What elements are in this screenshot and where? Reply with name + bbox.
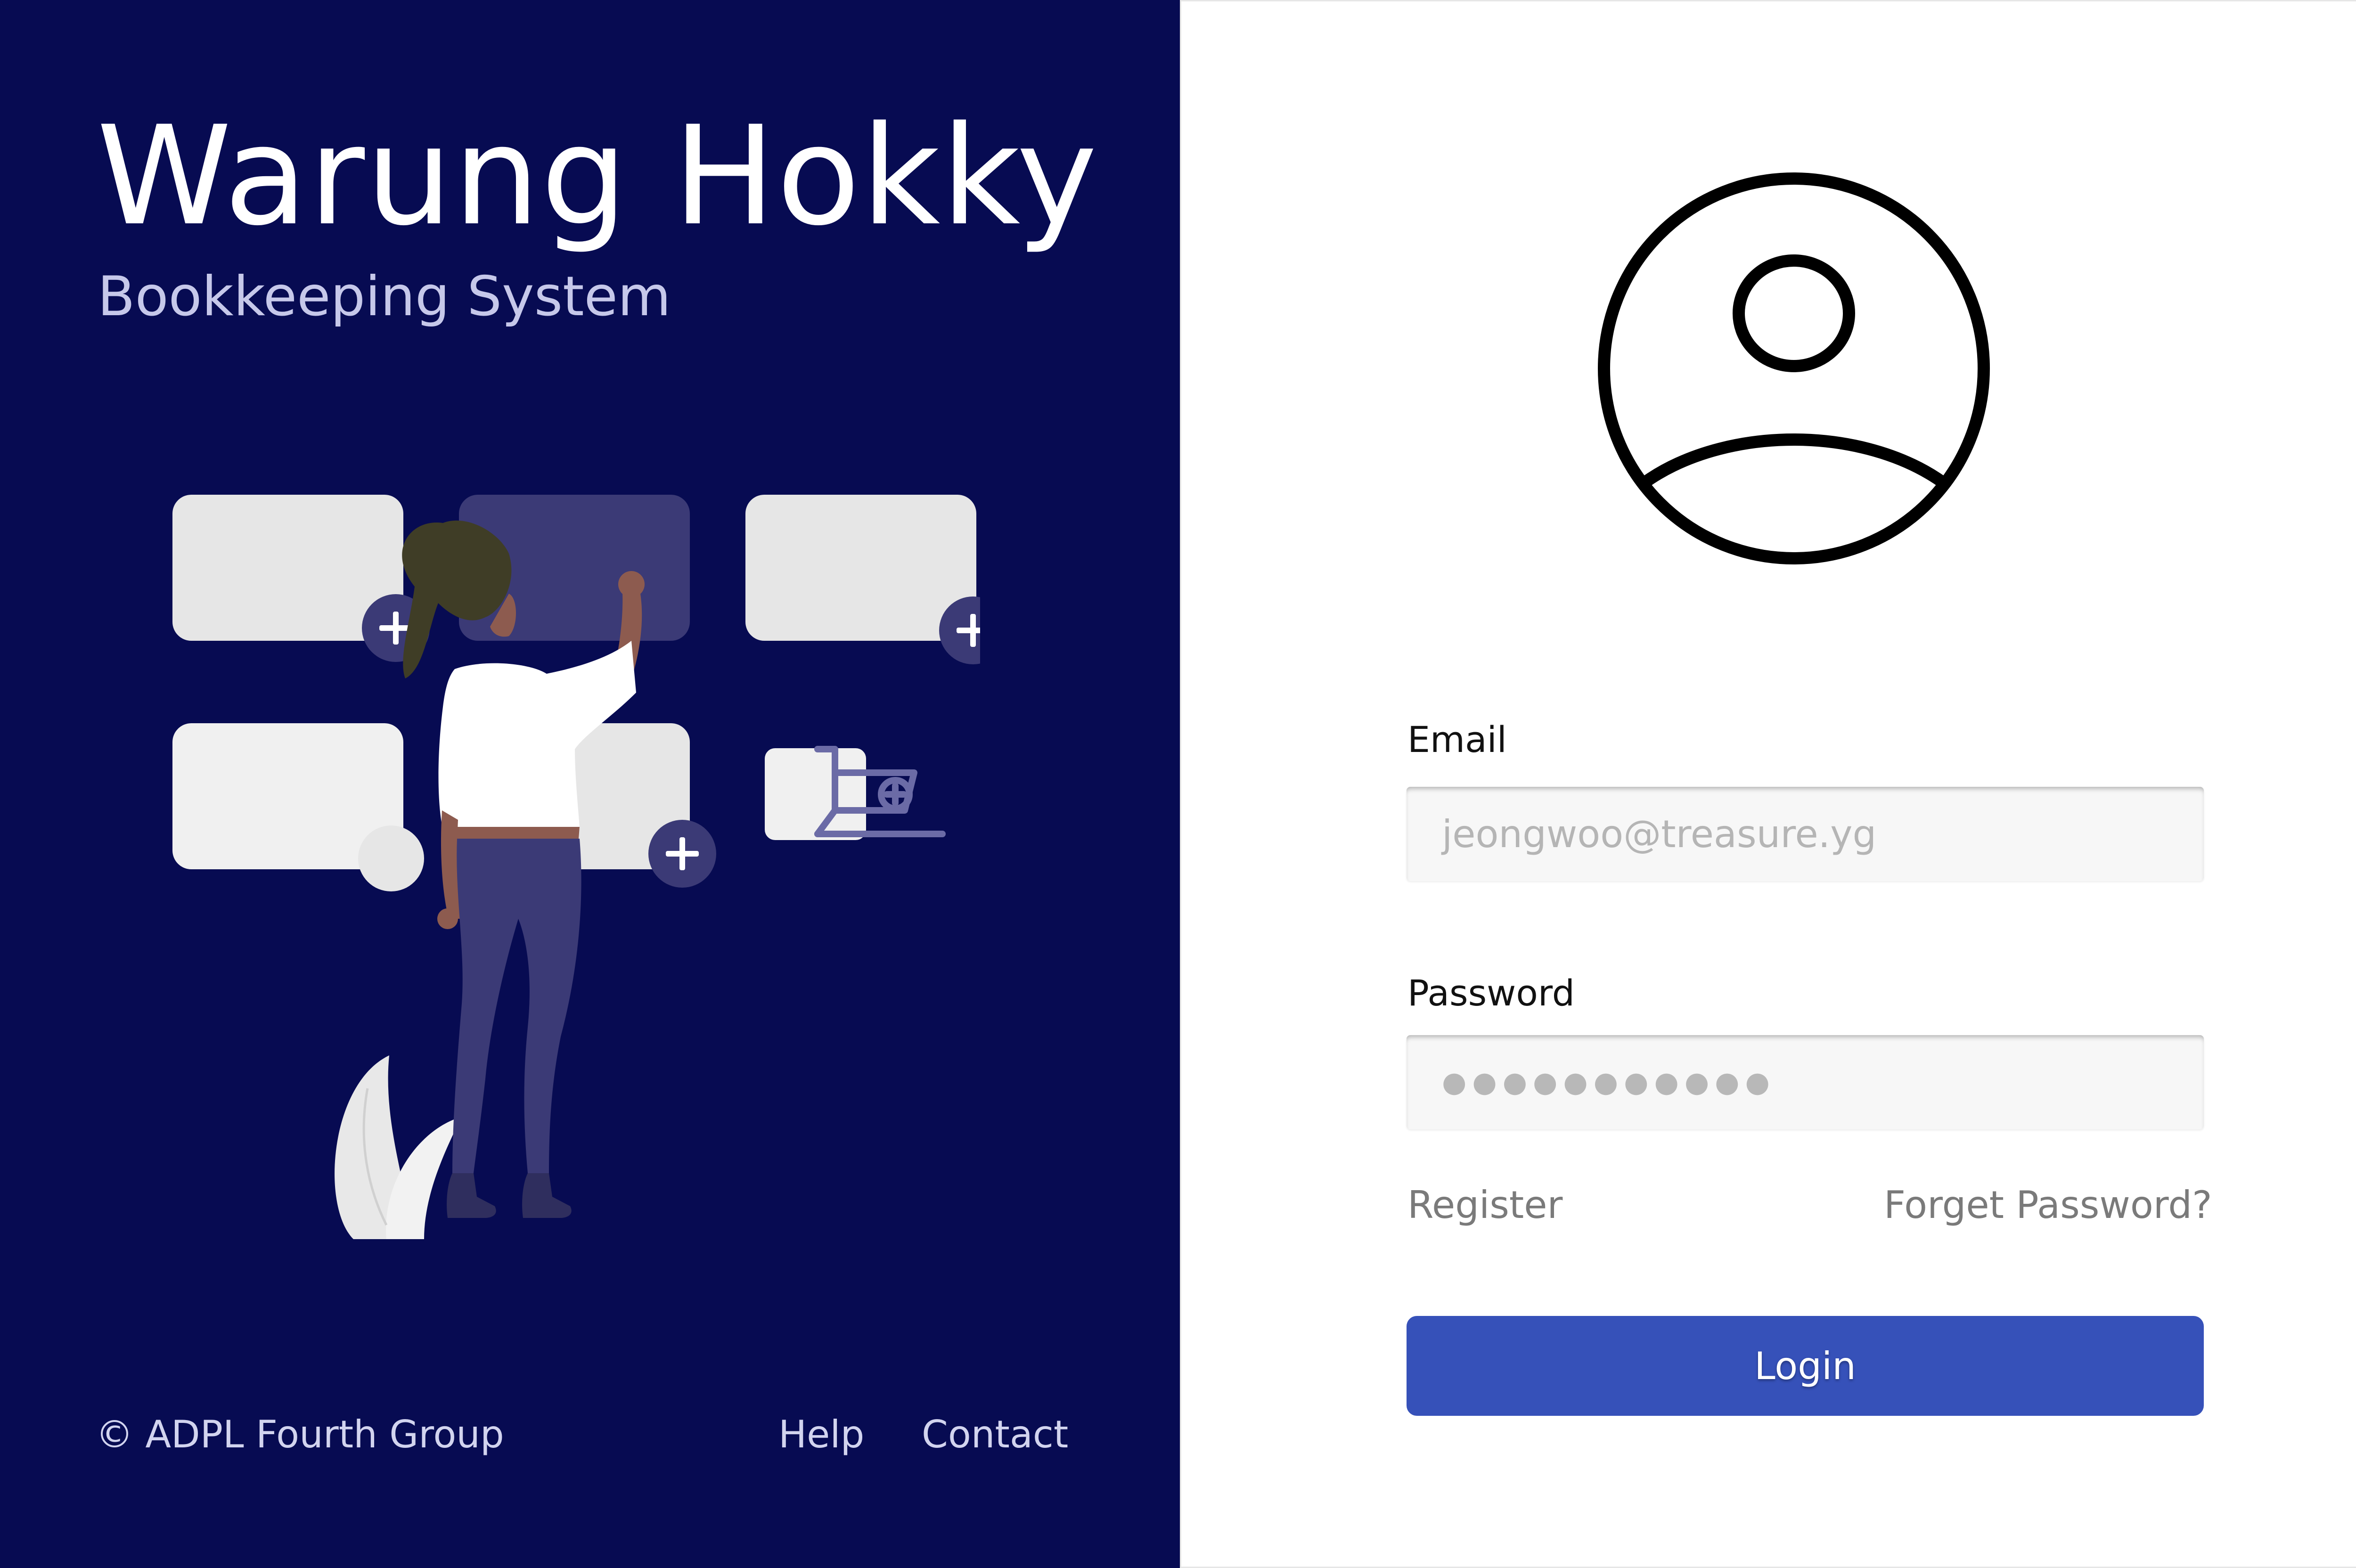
- app-title: Warung Hokky: [97, 97, 1098, 256]
- email-field[interactable]: jeongwoo@treasure.yg: [1407, 787, 2204, 881]
- user-circle-icon: [1598, 172, 1990, 564]
- illustration-dot: [358, 825, 424, 891]
- email-value: jeongwoo@treasure.yg: [1442, 812, 1877, 856]
- email-label: Email: [1407, 719, 1507, 760]
- forget-password-link[interactable]: Forget Password?: [1884, 1179, 2212, 1231]
- password-label: Password: [1407, 972, 1575, 1014]
- app-subtitle: Bookkeeping System: [98, 265, 671, 328]
- illustration-card-small: [765, 748, 866, 840]
- login-button[interactable]: Login: [1407, 1316, 2204, 1416]
- help-link[interactable]: Help: [778, 1409, 864, 1461]
- dashboard-illustration: [172, 495, 980, 1239]
- password-field[interactable]: ●●●●●●●●●●●: [1407, 1035, 2204, 1129]
- footer-copyright: © ADPL Fourth Group: [96, 1413, 504, 1456]
- login-page: Warung Hokky Bookkeeping System © ADPL F…: [0, 0, 2356, 1568]
- plant-illustration: [335, 1055, 462, 1239]
- plus-icon: [648, 820, 716, 888]
- password-mask: ●●●●●●●●●●●: [1442, 1066, 1775, 1099]
- brand-panel: Warung Hokky Bookkeeping System © ADPL F…: [0, 0, 1180, 1568]
- register-link[interactable]: Register: [1407, 1179, 1562, 1231]
- contact-link[interactable]: Contact: [922, 1409, 1068, 1461]
